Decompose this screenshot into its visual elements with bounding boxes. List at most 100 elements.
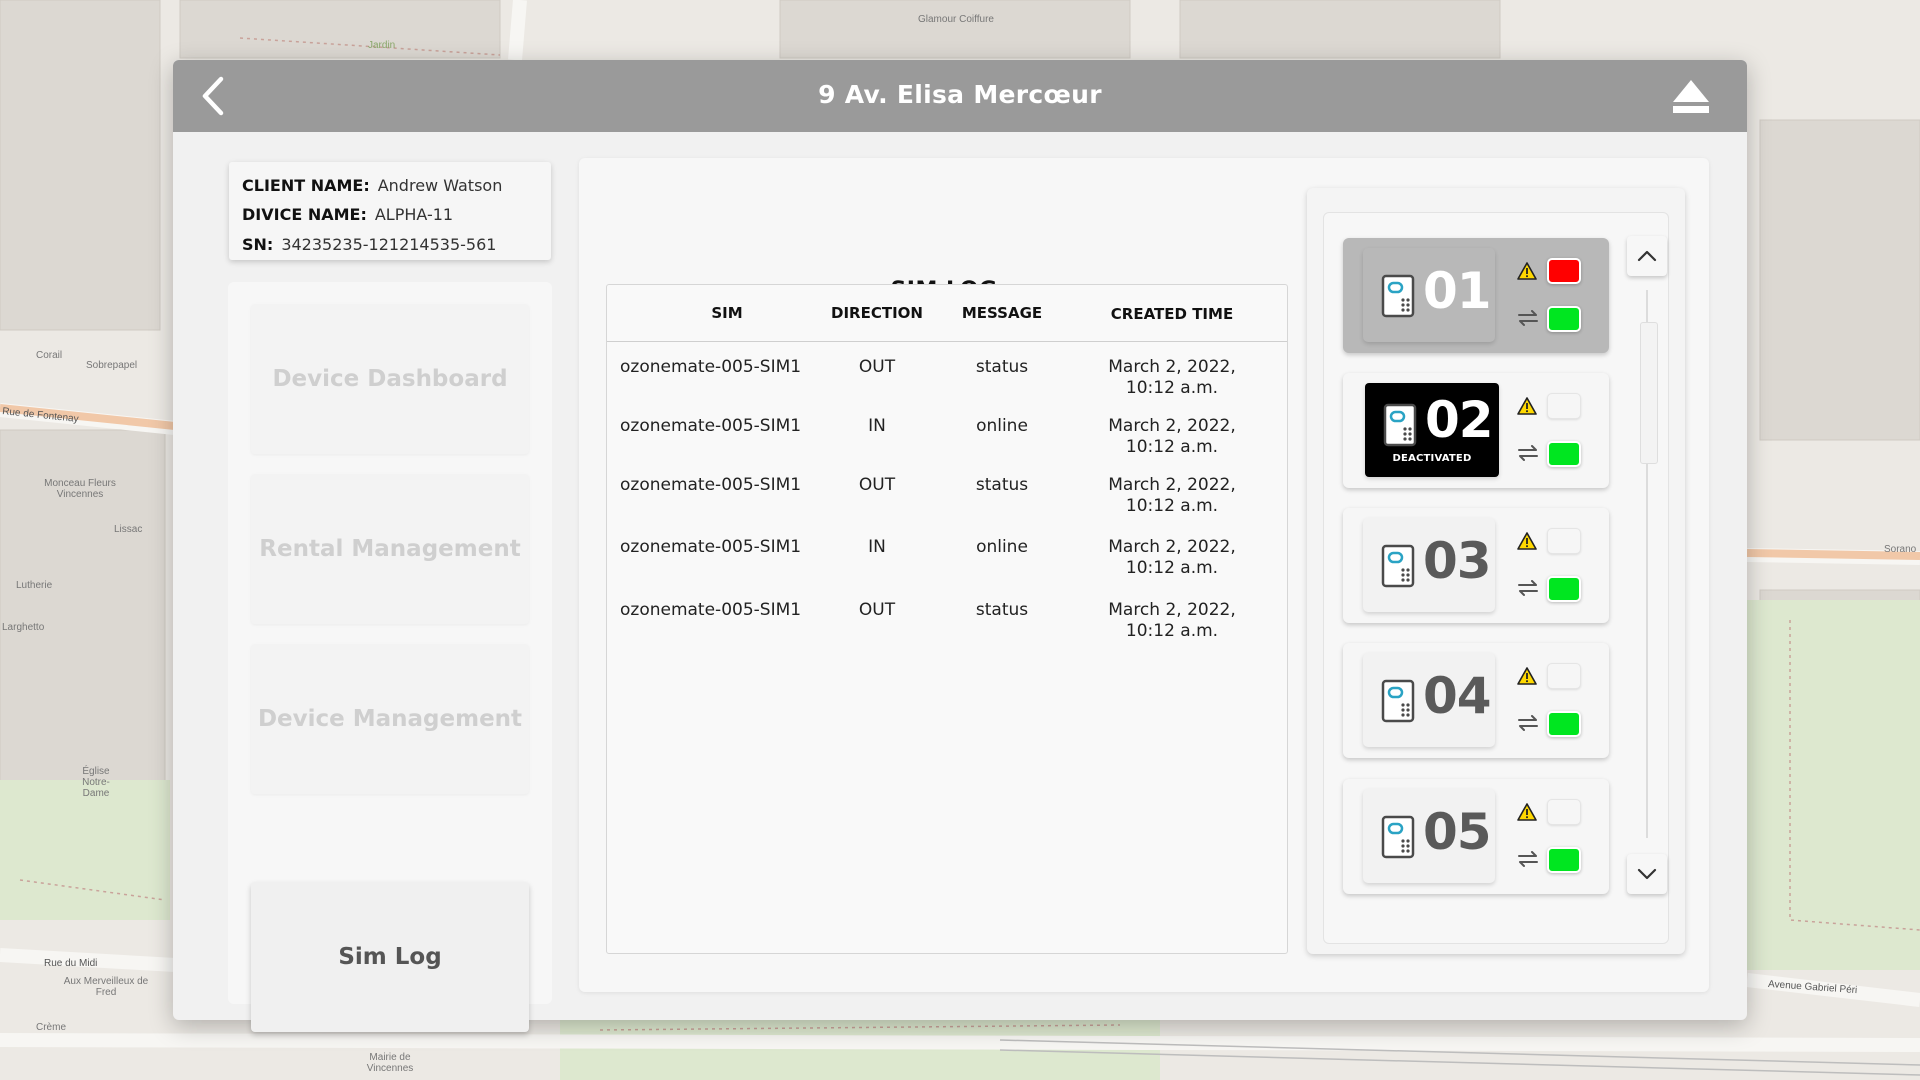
cell-created-time-line: 10:12 a.m.	[1125, 496, 1219, 516]
warning-icon	[1517, 803, 1537, 821]
client-name-value: Andrew Watson	[377, 176, 503, 195]
device-tile: 03	[1363, 518, 1495, 612]
device-number: 03	[1423, 532, 1492, 590]
deactivated-label: DEACTIVATED	[1392, 453, 1472, 464]
cell-sim: ozonemate-005-SIM1	[620, 357, 802, 377]
map-label: Église Notre-Dame	[82, 766, 110, 799]
table-header: SIM DIRECTION MESSAGE CREATED TIME	[607, 285, 1287, 342]
warning-status-indicator	[1547, 663, 1581, 689]
column-header-direction: DIRECTION	[831, 304, 923, 322]
transfer-arrows-icon	[1518, 851, 1538, 867]
cell-created-time: March 2, 2022, 10:12 a.m.	[1087, 475, 1257, 517]
warning-icon	[1517, 262, 1537, 280]
chevron-down-icon	[1637, 868, 1657, 880]
cell-sim: ozonemate-005-SIM1	[620, 600, 802, 620]
scrollbar-thumb[interactable]	[1640, 322, 1658, 464]
device-tile: 05	[1363, 789, 1495, 883]
transfer-arrows-icon	[1518, 310, 1538, 326]
nav-sim-log[interactable]: Sim Log	[251, 882, 529, 1032]
cell-created-time: March 2, 2022, 10:12 a.m.	[1087, 600, 1257, 642]
cell-created-date-line: March 2, 2022,	[1108, 537, 1236, 557]
device-tile: 01	[1363, 248, 1495, 342]
map-label: Lutherie	[16, 580, 53, 591]
connection-status-indicator	[1547, 441, 1581, 467]
warning-icon	[1517, 667, 1537, 685]
table-row: ozonemate-005-SIM1 IN online March 2, 20…	[607, 537, 1287, 593]
sim-log-table: SIM DIRECTION MESSAGE CREATED TIME ozone…	[606, 284, 1288, 954]
warning-icon	[1517, 397, 1537, 415]
sn-label: SN:	[242, 235, 274, 254]
device-card-01[interactable]: 01	[1343, 238, 1609, 353]
device-icon	[1381, 679, 1415, 723]
side-nav: Device Dashboard Rental Management Devic…	[228, 282, 552, 1032]
device-icon	[1381, 274, 1415, 318]
warning-icon	[1517, 532, 1537, 550]
warning-status-indicator	[1547, 393, 1581, 419]
device-number: 02	[1425, 391, 1494, 449]
cell-direction: OUT	[858, 600, 896, 620]
scroll-down-button[interactable]	[1627, 854, 1667, 894]
map-label: Glamour Coiffure	[918, 14, 994, 25]
map-label: Sorano	[1884, 544, 1917, 555]
cell-direction: OUT	[858, 357, 896, 377]
map-label: Jardin	[368, 40, 396, 51]
transfer-arrows-icon	[1518, 715, 1538, 731]
device-name-label: DIVICE NAME:	[242, 205, 367, 224]
cell-sim: ozonemate-005-SIM1	[620, 416, 802, 436]
table-row: ozonemate-005-SIM1 IN online March 2, 20…	[607, 416, 1287, 472]
cell-created-time: March 2, 2022, 10:12 a.m.	[1087, 357, 1257, 399]
device-icon	[1381, 815, 1415, 859]
cell-message: status	[975, 475, 1029, 495]
cell-message: status	[975, 600, 1029, 620]
cell-message: online	[976, 537, 1028, 557]
device-card-02[interactable]: 02 DEACTIVATED	[1343, 373, 1609, 488]
device-tile: 02 DEACTIVATED	[1365, 383, 1499, 477]
map-label: Lissac	[114, 524, 143, 535]
cell-created-time-line: 10:12 a.m.	[1125, 558, 1219, 578]
table-row: ozonemate-005-SIM1 OUT status March 2, 2…	[607, 600, 1287, 656]
device-tile: 04	[1363, 653, 1495, 747]
cell-created-time-line: 10:12 a.m.	[1125, 621, 1219, 641]
map-label: Rue du Midi	[44, 958, 98, 969]
transfer-arrows-icon	[1518, 445, 1538, 461]
cell-sim: ozonemate-005-SIM1	[620, 537, 802, 557]
nav-rental-management[interactable]: Rental Management	[251, 474, 529, 624]
device-number: 05	[1423, 803, 1492, 861]
cell-direction: IN	[868, 416, 886, 436]
nav-device-management[interactable]: Device Management	[251, 644, 529, 794]
device-number: 04	[1423, 667, 1492, 725]
cell-created-time: March 2, 2022, 10:12 a.m.	[1087, 537, 1257, 579]
device-icon	[1383, 403, 1417, 447]
cell-direction: OUT	[858, 475, 896, 495]
device-card-05[interactable]: 05	[1343, 779, 1609, 894]
client-info-card: CLIENT NAME: Andrew Watson DIVICE NAME: AL…	[229, 162, 551, 260]
table-row: ozonemate-005-SIM1 OUT status March 2, 2…	[607, 475, 1287, 531]
connection-status-indicator	[1547, 847, 1581, 873]
device-card-04[interactable]: 04	[1343, 643, 1609, 758]
map-label: Crème	[36, 1022, 67, 1033]
map-label: Mairie de Vincennes	[366, 1052, 414, 1074]
cell-created-time: March 2, 2022, 10:12 a.m.	[1087, 416, 1257, 458]
nav-device-dashboard[interactable]: Device Dashboard	[251, 304, 529, 454]
client-name-label: CLIENT NAME:	[242, 176, 370, 195]
cell-message: status	[975, 357, 1029, 377]
connection-status-indicator	[1547, 711, 1581, 737]
cell-message: online	[976, 416, 1028, 436]
map-label: Corail	[36, 350, 63, 361]
cell-created-time-line: 10:12 a.m.	[1125, 437, 1219, 457]
column-header-sim: SIM	[711, 304, 743, 322]
sn-value: 34235235-121214535-561	[281, 235, 497, 254]
device-name-value: ALPHA-11	[374, 205, 454, 224]
table-row: ozonemate-005-SIM1 OUT status March 2, 2…	[607, 357, 1287, 413]
cell-created-time-line: 10:12 a.m.	[1125, 378, 1219, 398]
device-number: 01	[1423, 262, 1492, 320]
cell-direction: IN	[868, 537, 886, 557]
column-header-message: MESSAGE	[961, 304, 1043, 322]
device-icon	[1381, 544, 1415, 588]
scroll-up-button[interactable]	[1627, 236, 1667, 276]
device-card-03[interactable]: 03	[1343, 508, 1609, 623]
map-label: Monceau Fleurs Vincennes	[44, 478, 116, 500]
cell-created-date-line: March 2, 2022,	[1108, 357, 1236, 377]
chevron-up-icon	[1637, 250, 1657, 262]
warning-status-indicator	[1547, 258, 1581, 284]
